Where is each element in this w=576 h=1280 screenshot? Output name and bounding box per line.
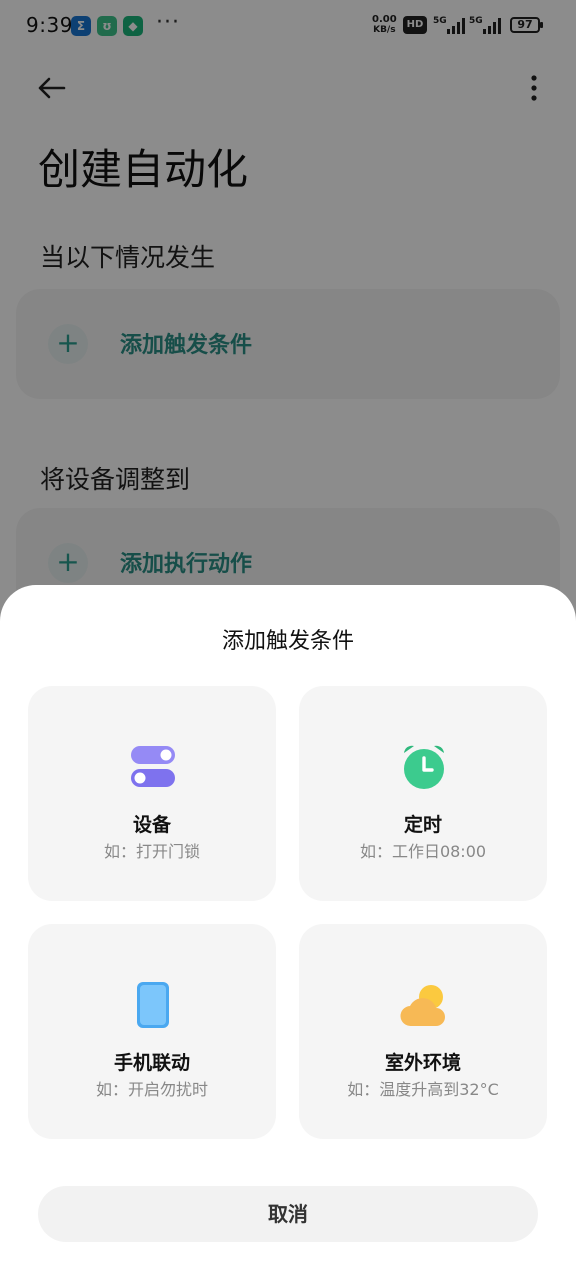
- device-toggle-icon: [131, 746, 175, 787]
- trigger-option-timer[interactable]: 定时 如：工作日08:00: [299, 686, 547, 901]
- option-desc: 如：温度升高到32°C: [347, 1080, 499, 1099]
- trigger-option-device[interactable]: 设备 如：打开门锁: [28, 686, 276, 901]
- option-desc: 如：开启勿扰时: [95, 1080, 208, 1099]
- trigger-option-outdoor[interactable]: 室外环境 如：温度升高到32°C: [299, 924, 547, 1139]
- weather-cloud-icon: [400, 985, 445, 1027]
- alarm-clock-icon: [404, 745, 444, 789]
- option-name: 手机联动: [113, 1052, 190, 1074]
- cancel-button[interactable]: 取消: [38, 1186, 538, 1242]
- trigger-bottom-sheet: 添加触发条件 设备 如：打开门锁 定时 如：工作日08:00 手机联动 如：开启…: [0, 585, 576, 1280]
- option-name: 室外环境: [384, 1052, 461, 1074]
- option-name: 设备: [132, 814, 171, 836]
- option-desc: 如：工作日08:00: [359, 842, 487, 861]
- sheet-title: 添加触发条件: [221, 629, 354, 654]
- screen: 9:39 Σ ʊ ◆ ··· 0.00 KB/s HD 5G 5G 97 创建自…: [0, 0, 576, 1280]
- option-name: 定时: [403, 814, 442, 836]
- trigger-option-phone[interactable]: 手机联动 如：开启勿扰时: [28, 924, 276, 1139]
- option-desc: 如：打开门锁: [103, 842, 200, 861]
- phone-icon: [137, 982, 169, 1028]
